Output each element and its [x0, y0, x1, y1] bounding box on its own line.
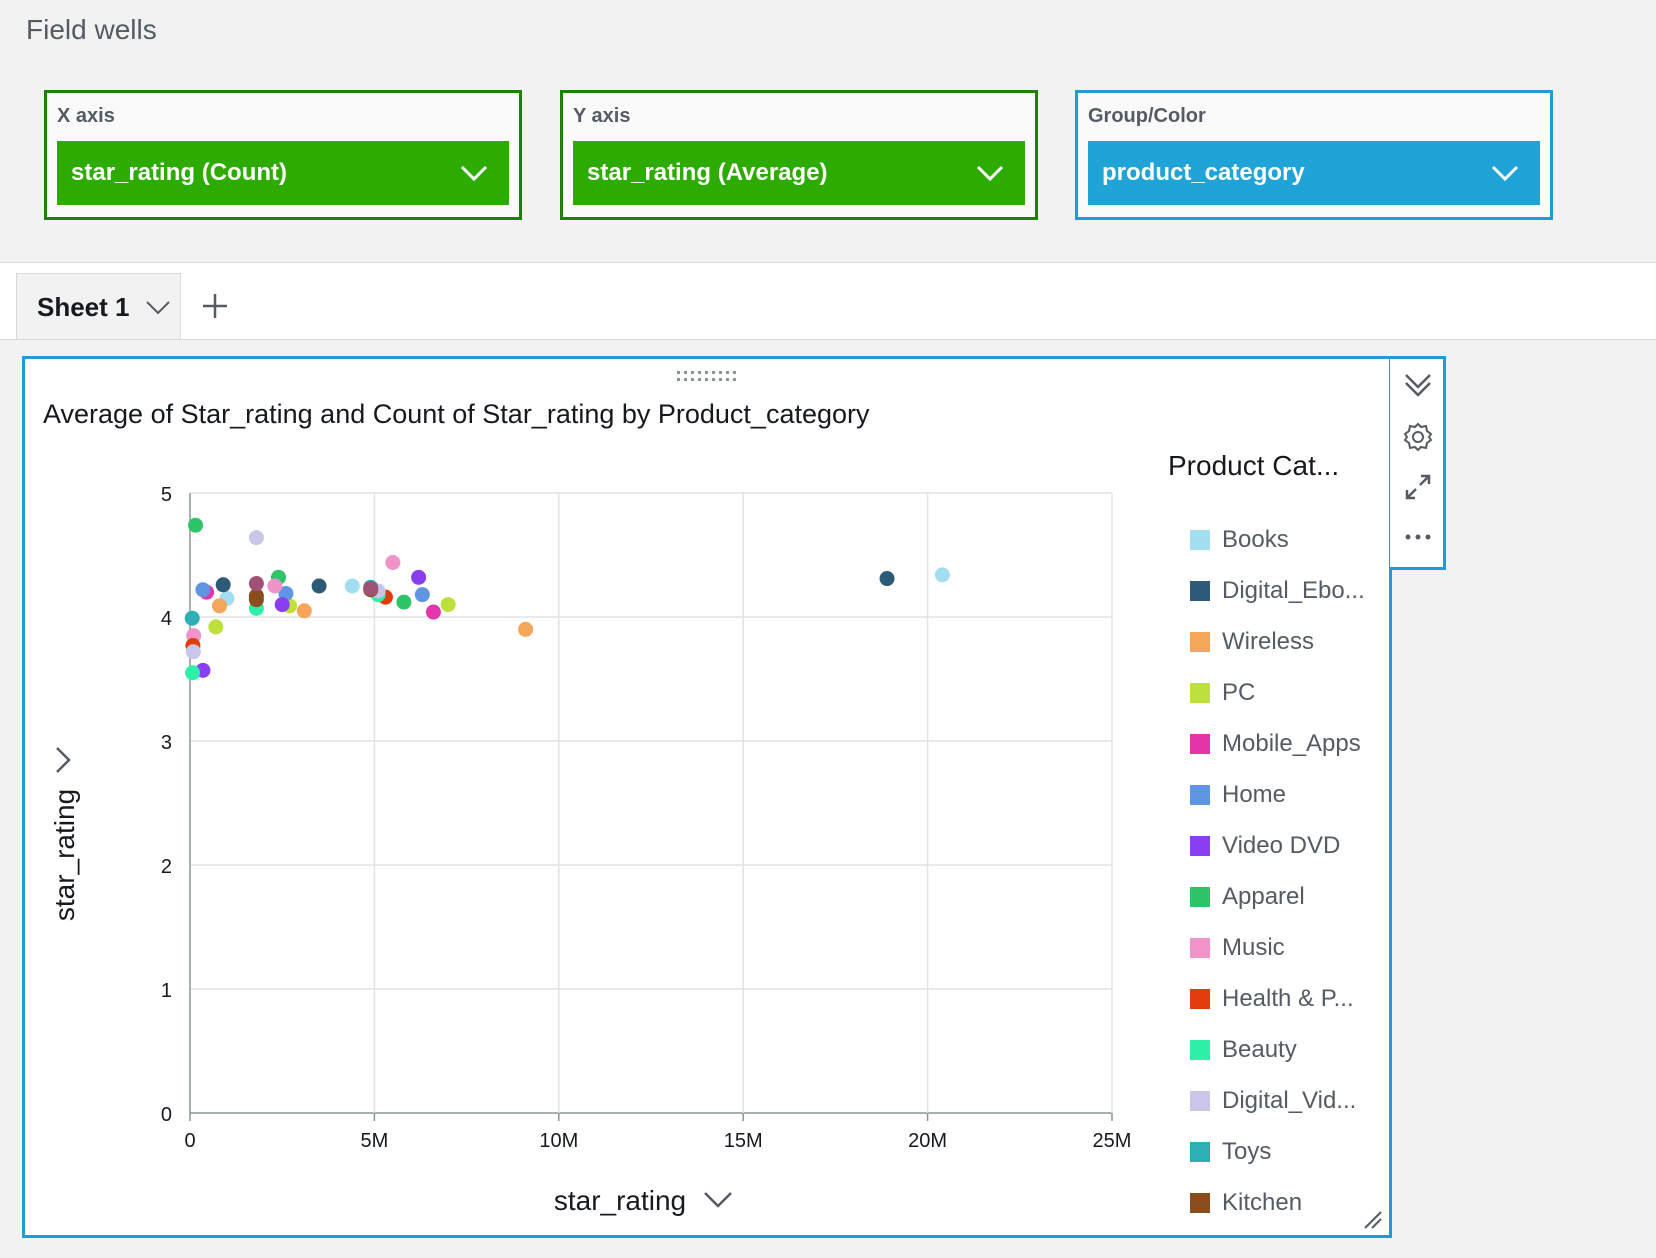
data-point[interactable] [363, 580, 379, 596]
legend-item[interactable]: Apparel [1190, 879, 1305, 915]
legend-swatch [1190, 581, 1210, 601]
legend-label: Mobile_Apps [1222, 730, 1361, 757]
legend-item[interactable]: Home [1190, 777, 1286, 813]
data-point[interactable] [188, 517, 204, 533]
x-tick-label: 20M [908, 1130, 947, 1152]
legend-item[interactable]: Digital_Vid... [1190, 1083, 1356, 1119]
y-tick-label: 3 [161, 732, 172, 754]
data-point[interactable] [208, 619, 224, 635]
legend-item[interactable]: Health & P... [1190, 981, 1354, 1017]
data-point[interactable] [274, 597, 290, 613]
data-point[interactable] [414, 587, 430, 603]
legend-label: Digital_Vid... [1222, 1087, 1357, 1114]
legend-swatch [1190, 1142, 1210, 1162]
x-tick-label: 0 [184, 1130, 195, 1152]
data-point[interactable] [440, 597, 456, 613]
x-axis-title[interactable]: star_rating [554, 1185, 686, 1216]
legend-item[interactable]: Beauty [1190, 1032, 1297, 1068]
legend-label: Kitchen [1222, 1189, 1303, 1216]
data-point[interactable] [311, 578, 327, 594]
legend-swatch [1190, 632, 1210, 652]
chart-gridlines [189, 492, 1113, 1114]
x-tick-label: 10M [539, 1130, 578, 1152]
legend-swatch [1190, 1193, 1210, 1213]
legend-label: Music [1222, 934, 1285, 961]
y-tick-label: 0 [161, 1104, 172, 1126]
legend-label: Beauty [1222, 1036, 1297, 1063]
y-axis-title[interactable]: star_rating [49, 789, 80, 921]
legend-item[interactable]: Digital_Ebo... [1190, 573, 1365, 609]
data-point[interactable] [296, 603, 312, 619]
legend-label: Wireless [1222, 628, 1315, 655]
legend-label: Toys [1222, 1138, 1272, 1165]
legend-label: Video DVD [1222, 832, 1341, 859]
legend-item[interactable]: PC [1190, 675, 1255, 711]
legend-item[interactable]: Music [1190, 930, 1285, 966]
x-tick-label: 5M [361, 1130, 389, 1152]
legend-label: PC [1222, 679, 1256, 706]
legend-label: Home [1222, 781, 1287, 808]
data-point[interactable] [248, 530, 264, 546]
legend-swatch [1190, 1091, 1210, 1111]
legend-title: Product Cat... [1168, 450, 1340, 481]
y-tick-label: 2 [161, 856, 172, 878]
legend-item[interactable]: Kitchen [1190, 1185, 1302, 1221]
data-point[interactable] [195, 582, 211, 598]
data-point[interactable] [184, 610, 200, 626]
data-point[interactable] [185, 644, 201, 660]
y-tick-label: 1 [161, 980, 172, 1002]
legend-label: Health & P... [1222, 985, 1354, 1012]
legend-item[interactable]: Books [1190, 522, 1289, 558]
resize-corner-icon[interactable] [1364, 1211, 1382, 1229]
legend-swatch [1190, 836, 1210, 856]
legend-swatch [1190, 683, 1210, 703]
legend-label: Books [1222, 526, 1289, 553]
data-point[interactable] [212, 598, 228, 614]
data-point[interactable] [934, 567, 950, 583]
data-point[interactable] [518, 621, 534, 637]
legend-item[interactable]: Toys [1190, 1134, 1271, 1170]
data-point[interactable] [215, 577, 231, 593]
x-axis-chevron-down-icon[interactable] [704, 1192, 732, 1208]
y-axis-chevron-right-icon[interactable] [56, 747, 71, 773]
legend-swatch [1190, 938, 1210, 958]
legend-swatch [1190, 530, 1210, 550]
x-tick-label: 25M [1093, 1130, 1132, 1152]
data-point[interactable] [396, 594, 412, 610]
chart-axes: 0 1 2 3 4 5 0 5M 10M 15M 20M 25M [161, 484, 1132, 1152]
data-point[interactable] [411, 569, 427, 585]
data-point[interactable] [344, 578, 360, 594]
x-tick-label: 15M [724, 1130, 763, 1152]
data-point[interactable] [248, 576, 264, 592]
data-point[interactable] [879, 571, 895, 587]
y-tick-label: 5 [161, 484, 172, 506]
legend-item[interactable]: Video DVD [1190, 828, 1340, 864]
data-point[interactable] [425, 604, 441, 620]
legend-swatch [1190, 989, 1210, 1009]
legend-item[interactable]: Wireless [1190, 624, 1314, 660]
data-point[interactable] [385, 554, 401, 570]
legend-item[interactable]: Mobile_Apps [1190, 726, 1361, 762]
legend-swatch [1190, 887, 1210, 907]
y-tick-label: 4 [161, 608, 172, 630]
scatter-chart: 0 1 2 3 4 5 0 5M 10M 15M 20M 25M star_rating star_r… [49, 484, 1382, 1229]
chart-points [184, 517, 950, 681]
legend-swatch [1190, 1040, 1210, 1060]
legend-swatch [1190, 734, 1210, 754]
legend-label: Digital_Ebo... [1222, 577, 1365, 604]
legend-swatch [1190, 785, 1210, 805]
data-point[interactable] [267, 578, 283, 594]
data-point[interactable] [185, 665, 201, 681]
legend-label: Apparel [1222, 883, 1305, 910]
